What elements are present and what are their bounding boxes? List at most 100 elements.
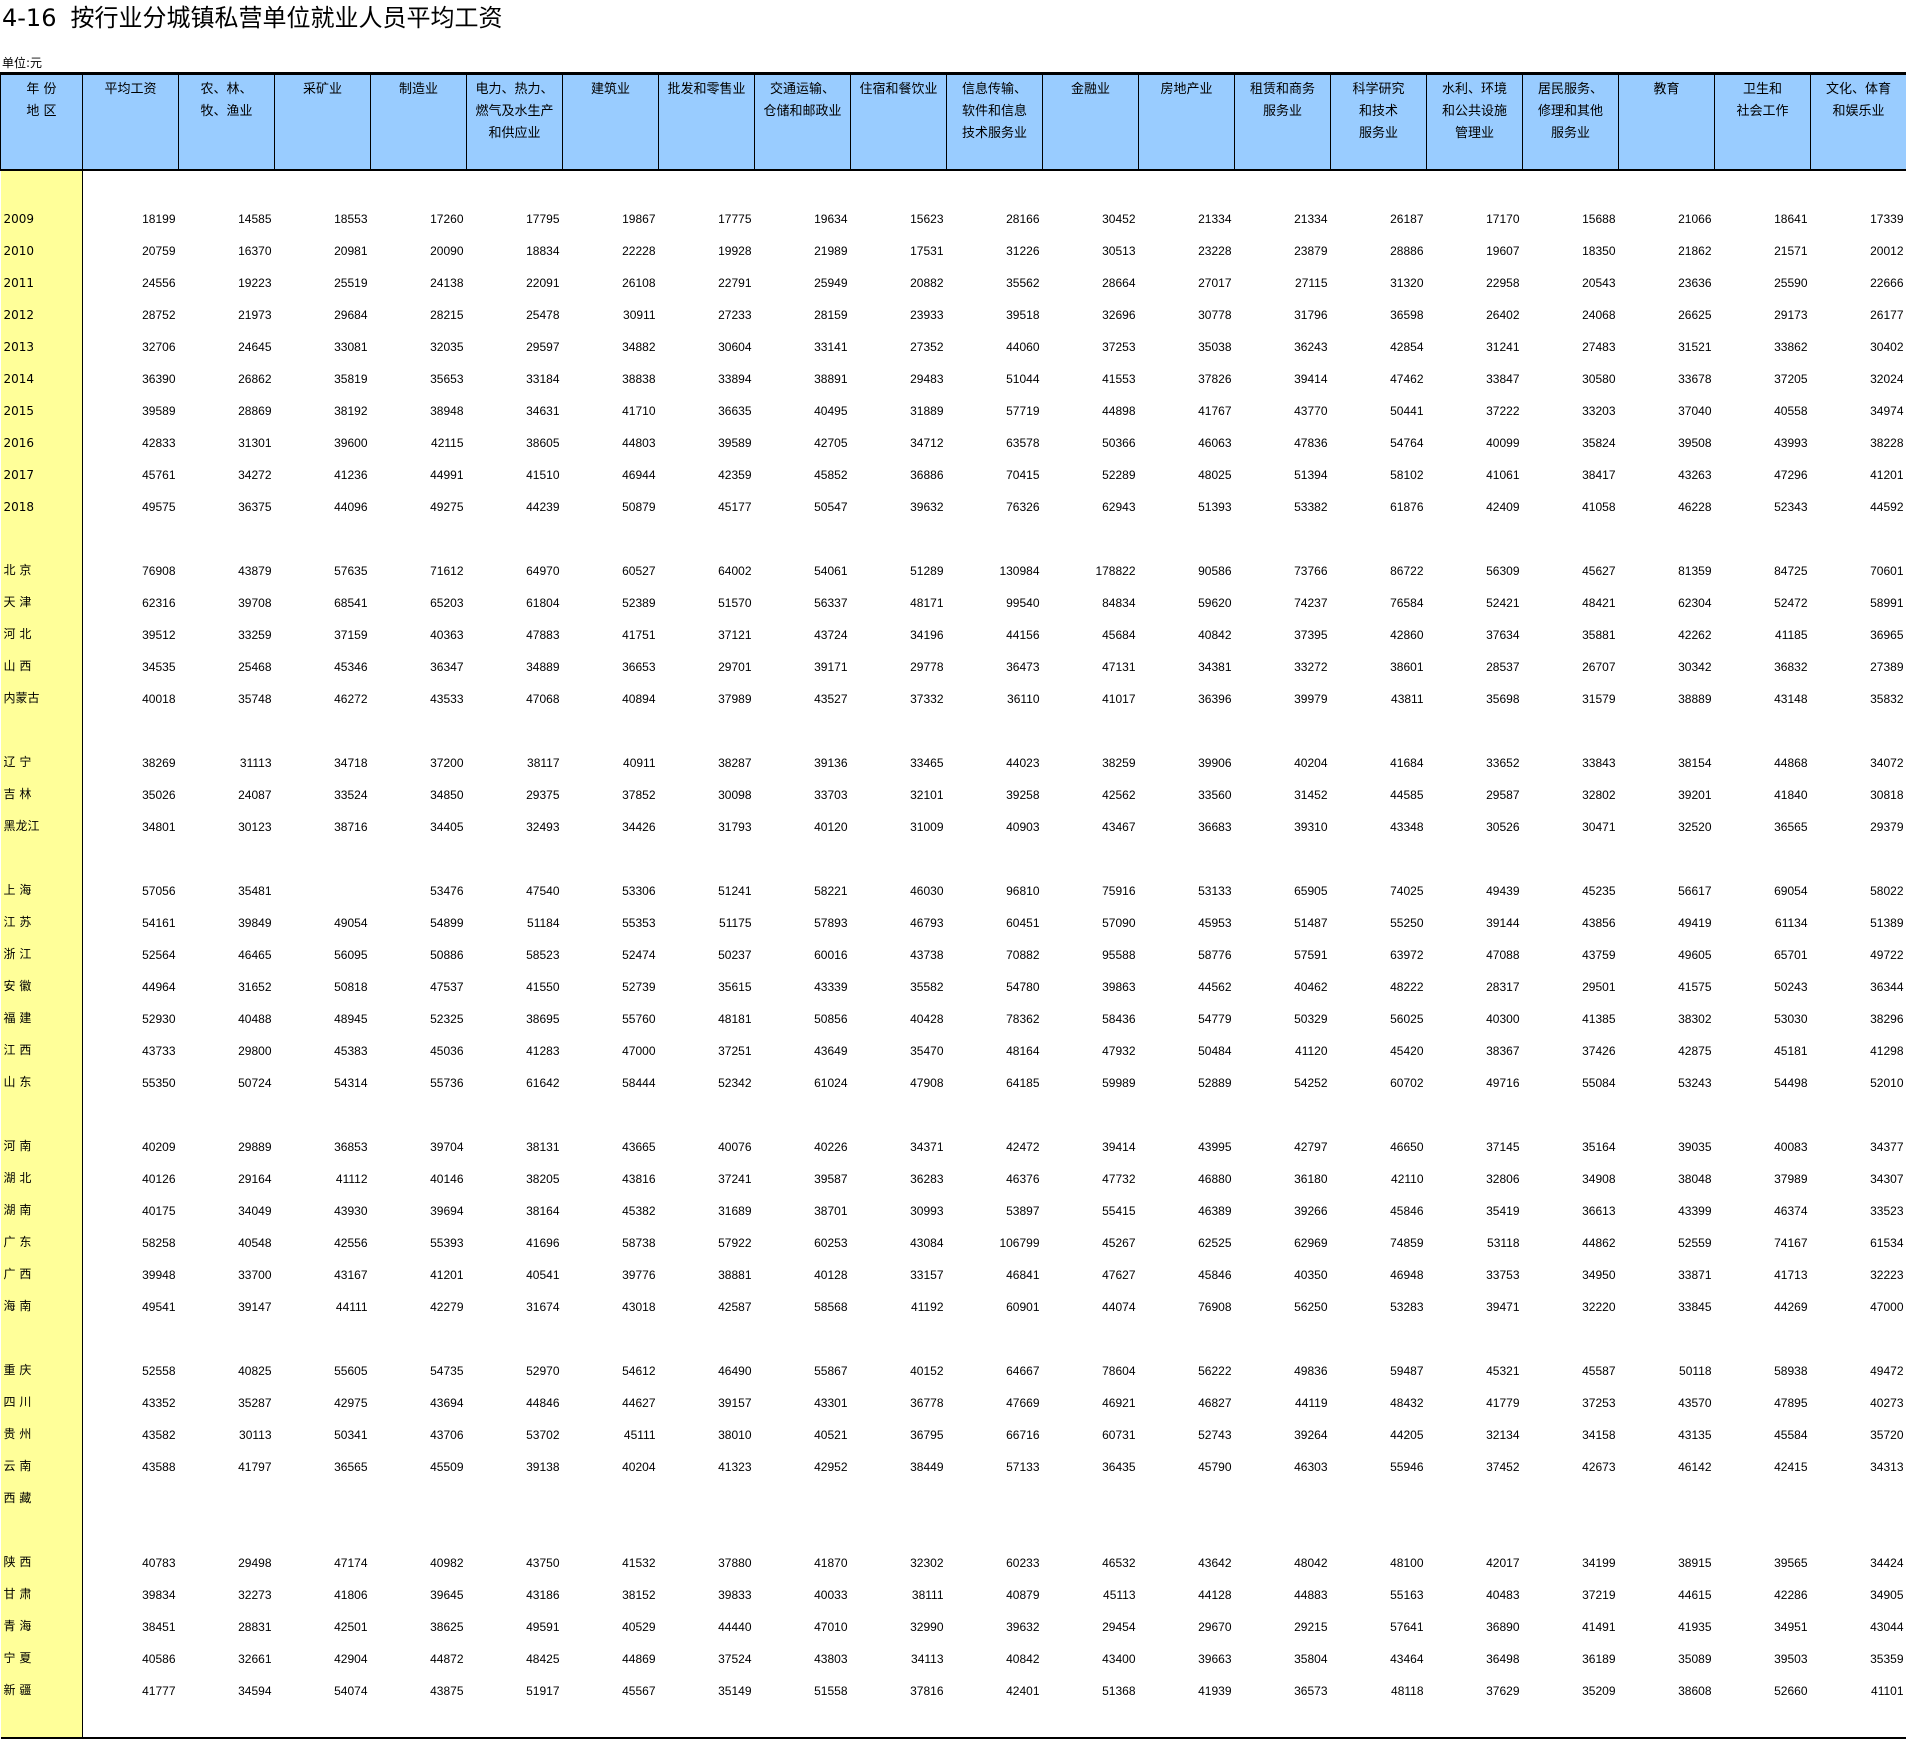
value-cell: 35562 — [1006, 275, 1040, 290]
value-cell: 17531 — [910, 243, 944, 258]
value-cell: 39157 — [718, 1395, 752, 1410]
value-cell: 38154 — [1678, 755, 1712, 770]
value-cell: 40018 — [142, 691, 176, 706]
value-cell: 54498 — [1774, 1075, 1808, 1090]
value-cell: 36189 — [1582, 1651, 1616, 1666]
value-cell — [179, 1474, 275, 1506]
value-cell: 60702 — [1390, 1075, 1424, 1090]
empty-cell — [851, 1090, 947, 1122]
value-cell: 46921 — [1102, 1395, 1136, 1410]
value-cell: 40541 — [526, 1267, 560, 1282]
value-cell: 40548 — [238, 1235, 272, 1250]
value-cell: 46030 — [910, 883, 944, 898]
value-cell: 41939 — [1198, 1683, 1232, 1698]
value-cell: 59487 — [1390, 1363, 1424, 1378]
empty-cell — [563, 514, 659, 546]
value-cell: 36795 — [910, 1427, 944, 1442]
value-cell: 33272 — [1294, 659, 1328, 674]
value-cell: 38117 — [527, 755, 560, 770]
row-label: 2017 — [0, 449, 83, 482]
value-cell: 31226 — [1006, 243, 1040, 258]
empty-cell — [371, 514, 467, 546]
value-cell: 50879 — [622, 499, 656, 514]
value-cell: 36573 — [1294, 1683, 1328, 1698]
value-cell: 34196 — [910, 627, 944, 642]
value-cell: 43348 — [1390, 819, 1424, 834]
value-cell: 38287 — [718, 755, 752, 770]
column-header: 金融业 — [1042, 73, 1139, 170]
value-cell: 40911 — [623, 755, 656, 770]
value-cell: 44096 — [334, 499, 368, 514]
value-cell: 42705 — [814, 435, 848, 450]
table-row: 2016 42833 31301 39600 42115 38605 44803 39589 4… — [0, 417, 1906, 450]
table-row: 江 苏 54161 39849 49054 54899 51184 55353 51175 57… — [0, 897, 1906, 930]
row-label: 2013 — [0, 321, 83, 354]
value-cell: 40825 — [238, 1363, 272, 1378]
row-label: 福 建 — [0, 993, 83, 1026]
value-cell: 40033 — [814, 1587, 848, 1602]
value-cell: 45509 — [430, 1459, 464, 1474]
value-cell: 55250 — [1390, 915, 1424, 930]
value-cell: 75916 — [1102, 883, 1136, 898]
empty-cell — [1139, 1506, 1235, 1538]
value-cell: 43044 — [1870, 1619, 1904, 1634]
empty-cell — [1331, 1506, 1427, 1538]
value-cell: 33845 — [1678, 1299, 1712, 1314]
row-label: 云 南 — [0, 1441, 83, 1474]
value-cell: 52010 — [1870, 1075, 1904, 1090]
value-cell: 74167 — [1774, 1235, 1808, 1250]
value-cell: 43706 — [430, 1427, 464, 1442]
value-cell: 39776 — [622, 1267, 656, 1282]
value-cell: 52660 — [1774, 1683, 1808, 1698]
value-cell: 64970 — [526, 563, 560, 578]
value-cell: 47908 — [910, 1075, 944, 1090]
value-cell: 32220 — [1582, 1299, 1616, 1314]
value-cell: 36396 — [1198, 691, 1232, 706]
value-cell: 53476 — [430, 883, 464, 898]
wage-table: 年 份 地 区 平均工资 农、林、 牧、渔业 采矿业 制造业 电力、热力、 燃气及水生产… — [0, 72, 1906, 1739]
value-cell: 18553 — [334, 211, 368, 226]
value-cell: 44964 — [142, 979, 176, 994]
value-cell: 30604 — [718, 339, 752, 354]
row-label: 山 西 — [0, 641, 83, 674]
empty-cell — [371, 1090, 467, 1122]
value-cell: 39310 — [1294, 819, 1328, 834]
value-cell: 17339 — [1870, 211, 1904, 226]
value-cell: 34905 — [1870, 1587, 1904, 1602]
value-cell: 34426 — [622, 819, 656, 834]
value-cell: 35824 — [1582, 435, 1616, 450]
value-cell: 35209 — [1582, 1683, 1616, 1698]
empty-cell — [1619, 514, 1715, 546]
value-cell: 44846 — [526, 1395, 560, 1410]
row-label: 河 北 — [0, 609, 83, 642]
spacer-row — [0, 1313, 1906, 1346]
value-cell: 37241 — [718, 1171, 752, 1186]
empty-cell — [1331, 1314, 1427, 1346]
value-cell: 37629 — [1486, 1683, 1520, 1698]
value-cell: 42860 — [1390, 627, 1424, 642]
value-cell: 42279 — [430, 1299, 464, 1314]
value-cell: 45846 — [1390, 1203, 1424, 1218]
empty-cell — [275, 1506, 371, 1538]
empty-cell — [851, 514, 947, 546]
value-cell: 43582 — [142, 1427, 176, 1442]
value-cell: 65905 — [1294, 883, 1328, 898]
column-header: 科学研究 和技术 服务业 — [1330, 73, 1427, 170]
empty-cell — [83, 1506, 179, 1538]
value-cell: 16370 — [238, 243, 272, 258]
value-cell: 36683 — [1198, 819, 1232, 834]
value-cell: 43135 — [1678, 1427, 1712, 1442]
row-label: 北 京 — [0, 545, 83, 578]
value-cell: 45113 — [1103, 1587, 1136, 1602]
empty-cell — [1138, 1697, 1235, 1739]
value-cell — [563, 1474, 659, 1506]
table-row: 河 南 40209 29889 36853 39704 38131 43665 40076 40… — [0, 1121, 1906, 1154]
value-cell: 19607 — [1486, 243, 1520, 258]
table-row: 辽 宁 38269 31113 34718 37200 38117 40911 38287 39… — [0, 737, 1906, 770]
value-cell: 74237 — [1294, 595, 1328, 610]
value-cell: 27352 — [910, 339, 944, 354]
table-row: 湖 南 40175 34049 43930 39694 38164 45382 31689 38… — [0, 1185, 1906, 1218]
value-cell: 58523 — [526, 947, 560, 962]
value-cell: 17775 — [718, 211, 752, 226]
value-cell: 49605 — [1678, 947, 1712, 962]
